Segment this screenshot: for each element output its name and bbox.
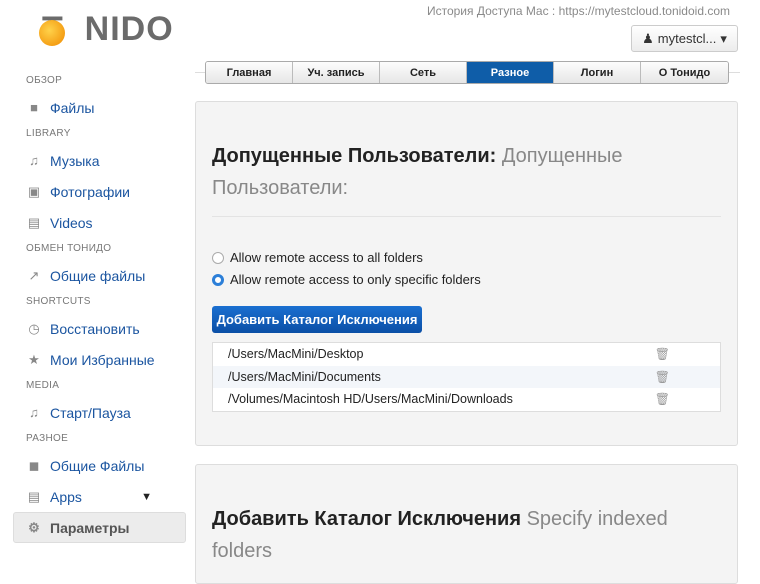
radio-button[interactable]	[212, 251, 224, 264]
trash-icon[interactable]: 🗑	[655, 347, 670, 361]
section-sharing: ОБМЕН ТОНИДО	[26, 243, 112, 254]
settings-tabs: Главная Уч. запись Сеть Разное Логин О Т…	[205, 61, 729, 84]
folder-path: /Users/MacMini/Desktop	[228, 347, 364, 362]
add-exclusion-panel: Добавить Каталог Исключения Specify inde…	[195, 464, 738, 584]
folder-list: /Users/MacMini/Desktop 🗑 /Users/MacMini/D…	[212, 342, 721, 412]
divider	[212, 216, 721, 217]
user-icon: ♟	[642, 30, 654, 46]
user-name: mytestcl...	[657, 31, 717, 46]
label: Мои Избранные	[50, 351, 155, 368]
picture-icon: ▣	[27, 183, 41, 199]
film-icon: ▤	[27, 214, 41, 230]
label: Восстановить	[50, 320, 140, 337]
label: Videos	[50, 214, 93, 231]
folder-icon: ■	[30, 100, 38, 115]
label: Музыка	[50, 152, 100, 169]
gears-icon: ⚙	[28, 519, 40, 535]
sidebar-item-restore[interactable]: ◷ Восстановить	[0, 313, 190, 344]
user-menu-button[interactable]: ♟ mytestcl... ▾	[631, 25, 738, 52]
title-bold: Добавить Каталог Исключения	[212, 508, 522, 530]
caret-down-icon: ▼	[141, 490, 152, 503]
sidebar-item-favorites[interactable]: ★ Мои Избранные	[0, 344, 190, 375]
sidebar-item-music[interactable]: ♫ Музыка	[0, 145, 190, 176]
tab-account[interactable]: Уч. запись	[293, 62, 380, 83]
label: Фотографии	[50, 183, 131, 200]
sidebar-item-play-pause[interactable]: ♫ Старт/Пауза	[0, 397, 190, 428]
label: Параметры	[50, 519, 130, 536]
label: Старт/Пауза	[50, 404, 131, 421]
trash-icon[interactable]: 🗑	[655, 392, 670, 406]
title-sub: Specify indexed	[526, 508, 668, 530]
folder-path: /Users/MacMini/Documents	[228, 369, 381, 384]
clock-icon: ◷	[28, 320, 40, 336]
folder-path: /Volumes/Macintosh HD/Users/MacMini/Down…	[228, 392, 513, 407]
panel-title-line2: Пользователи:	[212, 177, 349, 199]
radio-specific-folders[interactable]: Allow remote access to only specific fol…	[212, 272, 481, 287]
label: Файлы	[50, 99, 95, 116]
label: Allow remote access to all folders	[230, 250, 423, 265]
share-icon: ↗	[28, 267, 40, 283]
access-history-text: История Доступа Mac : https://mytestclou…	[426, 4, 730, 18]
section-media: MEDIA	[26, 380, 60, 391]
label: Allow remote access to only specific fol…	[230, 272, 481, 287]
folder-row: /Volumes/Macintosh HD/Users/MacMini/Down…	[213, 388, 720, 411]
sidebar-item-shared[interactable]: ↗ Общие файлы	[0, 260, 190, 291]
panel-title-line2: folders	[212, 540, 273, 562]
tab-about[interactable]: О Тонидо	[641, 62, 728, 83]
star-icon: ★	[28, 351, 40, 367]
tab-login[interactable]: Логин	[554, 62, 641, 83]
sidebar-item-photos[interactable]: ▣ Фотографии	[0, 176, 190, 207]
tab-main[interactable]: Главная	[206, 62, 293, 83]
panel-title: Добавить Каталог Исключения Specify inde…	[212, 503, 712, 535]
panel-title: Допущенные Пользователи: Допущенные	[212, 140, 712, 172]
label: Apps	[50, 488, 82, 505]
trash-icon[interactable]: 🗑	[655, 370, 670, 384]
title-sub: Допущенные	[501, 145, 623, 167]
music-icon: ♫	[29, 405, 39, 420]
tab-misc[interactable]: Разное	[467, 62, 554, 83]
label: Общие Файлы	[50, 457, 145, 474]
section-shortcuts: SHORTCUTS	[26, 296, 91, 307]
section-library: LIBRARY	[26, 128, 71, 139]
sidebar-item-shared-files[interactable]: ◼ Общие Файлы	[0, 450, 190, 481]
title-bold: Допущенные Пользователи:	[212, 145, 497, 167]
section-overview: ОБЗОР	[26, 75, 63, 86]
tab-network[interactable]: Сеть	[380, 62, 467, 83]
sidebar: ОБЗОР ■ Файлы LIBRARY ♫ Музыка ▣ Фотографии…	[0, 70, 190, 543]
folder-row: /Users/MacMini/Documents 🗑	[213, 365, 720, 388]
sidebar-item-apps[interactable]: ▤ Apps ▼	[0, 481, 190, 512]
radio-all-folders[interactable]: Allow remote access to all folders	[212, 250, 423, 265]
sidebar-item-files[interactable]: ■ Файлы	[0, 92, 190, 123]
label: Общие файлы	[50, 267, 146, 284]
radio-button-selected[interactable]	[212, 273, 224, 286]
sidebar-item-videos[interactable]: ▤ Videos	[0, 207, 190, 238]
tonido-logo: T NIDO	[26, 10, 173, 50]
caret-down-icon: ▾	[720, 30, 727, 46]
video-camera-icon: ◼	[28, 457, 40, 473]
allowed-users-panel: Допущенные Пользователи: Допущенные Поль…	[195, 101, 738, 446]
music-icon: ♫	[29, 153, 39, 168]
folder-row: /Users/MacMini/Desktop 🗑	[213, 343, 720, 366]
chart-icon: ▤	[27, 488, 41, 504]
section-misc: РАЗНОЕ	[26, 433, 69, 444]
add-exclusion-folder-button[interactable]: Добавить Каталог Исключения	[212, 306, 422, 333]
sidebar-item-settings[interactable]: ⚙ Параметры	[13, 512, 186, 543]
